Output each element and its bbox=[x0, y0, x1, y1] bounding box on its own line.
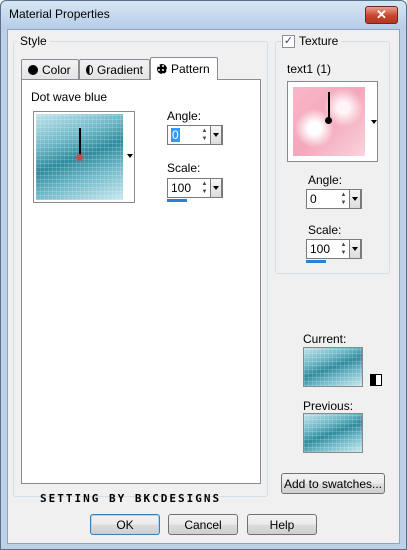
texture-name: text1 (1) bbox=[287, 62, 332, 76]
tab-gradient-label: Gradient bbox=[96, 63, 143, 77]
chevron-down-icon[interactable] bbox=[371, 120, 377, 124]
texture-scale-value[interactable]: 100 bbox=[310, 242, 330, 256]
previous-material-swatch[interactable] bbox=[303, 413, 363, 453]
window-title: Material Properties bbox=[9, 7, 110, 21]
pattern-tab-panel: Dot wave blue Angle: 0 ▲ ▼ Scale: 100 ▲ ▼ bbox=[21, 79, 261, 484]
texture-angle-spin-arrows[interactable]: ▲ ▼ bbox=[339, 191, 348, 207]
texture-scale-spin-arrows[interactable]: ▲ ▼ bbox=[339, 241, 348, 257]
pattern-scale-dropdown[interactable] bbox=[210, 178, 222, 198]
chevron-down-icon[interactable] bbox=[127, 154, 133, 158]
texture-angle-center-dot bbox=[325, 117, 332, 124]
pattern-angle-value[interactable]: 0 bbox=[171, 128, 180, 142]
cancel-button[interactable]: Cancel bbox=[168, 514, 238, 535]
check-icon: ✓ bbox=[283, 35, 294, 47]
pattern-angle-label: Angle: bbox=[167, 109, 202, 123]
pattern-scale-label: Scale: bbox=[167, 161, 201, 175]
previous-label: Previous: bbox=[303, 399, 354, 413]
add-to-swatches-button[interactable]: Add to swatches... bbox=[281, 473, 385, 494]
current-label: Current: bbox=[303, 332, 347, 346]
texture-angle-label: Angle: bbox=[308, 173, 343, 187]
pattern-name: Dot wave blue bbox=[31, 90, 108, 104]
tab-pattern[interactable]: Pattern bbox=[150, 57, 218, 80]
texture-scale-stepper[interactable]: 100 ▲ ▼ bbox=[306, 239, 362, 259]
style-group-legend: Style bbox=[17, 34, 50, 48]
texture-checkbox[interactable]: ✓ bbox=[282, 35, 295, 48]
pattern-scale-stepper[interactable]: 100 ▲ ▼ bbox=[167, 178, 223, 198]
texture-angle-dropdown[interactable] bbox=[349, 189, 361, 209]
tab-color[interactable]: Color bbox=[21, 59, 79, 80]
texture-scale-label: Scale: bbox=[308, 223, 342, 237]
help-button[interactable]: Help bbox=[247, 514, 317, 535]
angle-spin-arrows[interactable]: ▲ ▼ bbox=[200, 127, 209, 143]
texture-scale-bar bbox=[306, 260, 326, 263]
scale-spin-arrows[interactable]: ▲ ▼ bbox=[200, 180, 209, 196]
texture-angle-needle bbox=[328, 92, 330, 120]
ok-button[interactable]: OK bbox=[90, 514, 160, 535]
current-material-swatch[interactable] bbox=[303, 347, 363, 387]
dialog-body: Style Color Gradient Pattern Dot wave bl… bbox=[7, 29, 400, 544]
texture-swatch[interactable] bbox=[287, 81, 378, 162]
close-button[interactable]: ✕ bbox=[365, 6, 398, 24]
watermark-text: SETTING BY BKCDESIGNS bbox=[40, 492, 222, 505]
swap-materials-icon[interactable] bbox=[370, 374, 382, 386]
material-properties-dialog: Material Properties ✕ Style Color Gradie… bbox=[0, 0, 407, 550]
tab-gradient[interactable]: Gradient bbox=[79, 59, 150, 80]
texture-checkbox-label[interactable]: Texture bbox=[296, 34, 342, 48]
texture-scale-dropdown[interactable] bbox=[349, 239, 361, 259]
pattern-scale-value[interactable]: 100 bbox=[171, 181, 191, 195]
pattern-swatch[interactable] bbox=[33, 111, 135, 203]
title-bar[interactable]: Material Properties ✕ bbox=[1, 1, 406, 29]
texture-angle-stepper[interactable]: 0 ▲ ▼ bbox=[306, 189, 362, 209]
pattern-icon bbox=[157, 64, 167, 74]
angle-center-dot bbox=[76, 154, 83, 161]
tab-color-label: Color bbox=[42, 63, 71, 77]
pattern-angle-stepper[interactable]: 0 ▲ ▼ bbox=[167, 125, 223, 145]
pattern-scale-bar bbox=[167, 199, 187, 202]
texture-angle-value[interactable]: 0 bbox=[310, 192, 317, 206]
filled-circle-icon bbox=[28, 65, 38, 75]
close-icon: ✕ bbox=[376, 7, 387, 22]
tab-pattern-label: Pattern bbox=[171, 62, 210, 76]
half-circle-icon bbox=[86, 65, 93, 75]
pattern-angle-dropdown[interactable] bbox=[210, 125, 222, 145]
